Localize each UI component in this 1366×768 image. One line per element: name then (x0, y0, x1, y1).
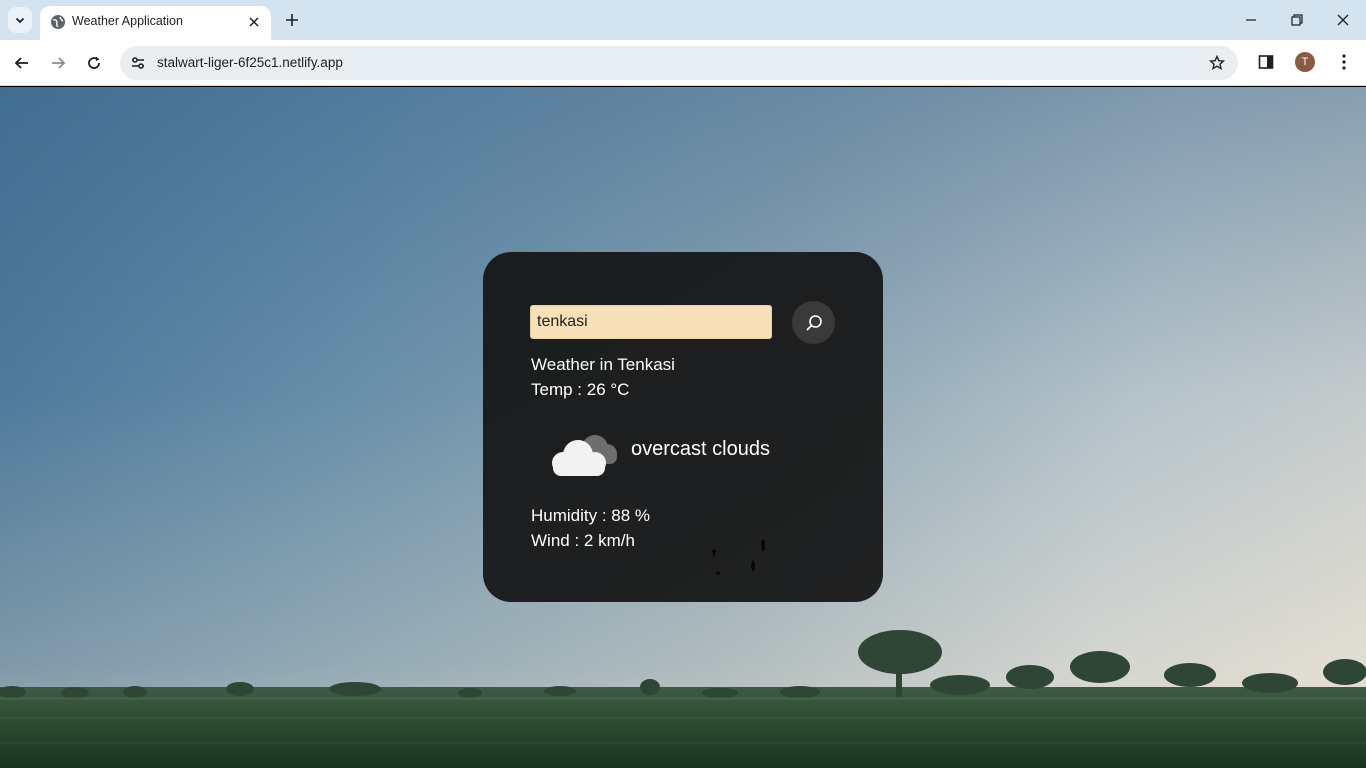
wind-speed: Wind : 2 km/h (531, 531, 635, 550)
minimize-icon (1246, 19, 1256, 21)
site-info-button[interactable] (128, 53, 148, 73)
restore-button[interactable] (1286, 9, 1308, 31)
side-panel-icon (1258, 55, 1274, 69)
close-icon (249, 17, 259, 27)
humidity: Humidity : 88 % (531, 506, 651, 525)
tab-search-button[interactable] (8, 7, 32, 33)
minimize-button[interactable] (1240, 9, 1262, 31)
profile-avatar[interactable]: T (1295, 52, 1315, 72)
window-close-button[interactable] (1332, 9, 1354, 31)
temperature: Temp : 26 °C (531, 380, 630, 399)
browser-menu-button[interactable] (1334, 51, 1354, 73)
tune-icon (132, 57, 144, 69)
city-search-input[interactable] (530, 305, 772, 339)
side-panel-button[interactable] (1255, 51, 1277, 73)
page-background: Weather in Tenkasi Temp : 26 °C overcast… (0, 87, 1366, 768)
close-icon (1337, 14, 1349, 26)
arrow-right-icon (52, 57, 66, 69)
search-button[interactable] (792, 301, 835, 344)
more-vert-icon (1342, 54, 1346, 70)
birds-image (711, 539, 765, 575)
weather-description: overcast clouds (631, 438, 770, 460)
star-icon (1209, 55, 1225, 71)
tab-title: Weather Application (72, 14, 183, 28)
browser-toolbar: stalwart-liger-6f25c1.netlify.app T (0, 40, 1366, 86)
url-text[interactable]: stalwart-liger-6f25c1.netlify.app (157, 55, 343, 70)
browser-tab-bar: Weather Application (0, 0, 1366, 40)
reload-button[interactable] (82, 51, 106, 75)
search-icon (805, 314, 822, 331)
restore-icon (1291, 14, 1303, 26)
reload-icon (88, 56, 100, 69)
bookmark-button[interactable] (1207, 53, 1227, 73)
plus-icon (286, 14, 298, 26)
overcast-clouds-icon (552, 435, 617, 476)
weather-card: Weather in Tenkasi Temp : 26 °C overcast… (483, 252, 883, 602)
back-button[interactable] (10, 51, 34, 75)
chevron-down-icon (15, 17, 25, 24)
new-tab-button[interactable] (282, 10, 302, 30)
tab-close-button[interactable] (246, 14, 262, 30)
city-heading: Weather in Tenkasi (531, 355, 675, 374)
field-landscape (0, 630, 1366, 768)
arrow-left-icon (14, 57, 28, 69)
browser-tab[interactable]: Weather Application (40, 6, 271, 40)
globe-icon (51, 15, 65, 29)
forward-button[interactable] (46, 51, 70, 75)
address-bar[interactable]: stalwart-liger-6f25c1.netlify.app (120, 46, 1238, 80)
